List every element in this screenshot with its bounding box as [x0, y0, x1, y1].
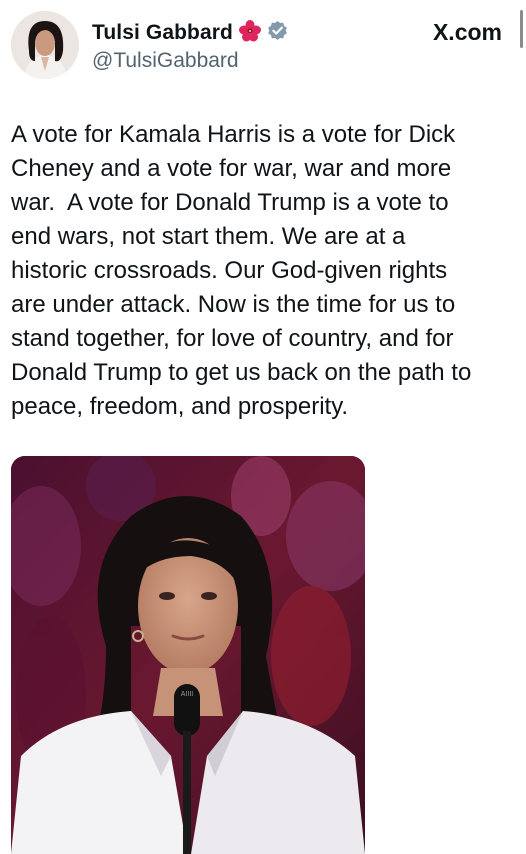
avatar-photo: [11, 11, 79, 79]
author-name-row[interactable]: Tulsi Gabbard: [92, 18, 288, 48]
tweet-media[interactable]: AIIII: [11, 456, 365, 854]
media-image: AIIII: [11, 456, 365, 854]
mic-label: AIIII: [181, 691, 194, 698]
user-handle[interactable]: @TulsiGabbard: [92, 49, 239, 73]
display-name[interactable]: Tulsi Gabbard: [92, 21, 233, 45]
tweet-text: A vote for Kamala Harris is a vote for D…: [11, 121, 472, 420]
avatar[interactable]: [11, 11, 79, 79]
site-brand: X.com: [432, 19, 502, 45]
scrollbar[interactable]: [520, 10, 523, 48]
hibiscus-icon: [238, 19, 262, 48]
verified-badge-icon[interactable]: [267, 20, 288, 46]
tweet-header: Tulsi Gabbard @TulsiGabbard X.com: [0, 0, 526, 100]
